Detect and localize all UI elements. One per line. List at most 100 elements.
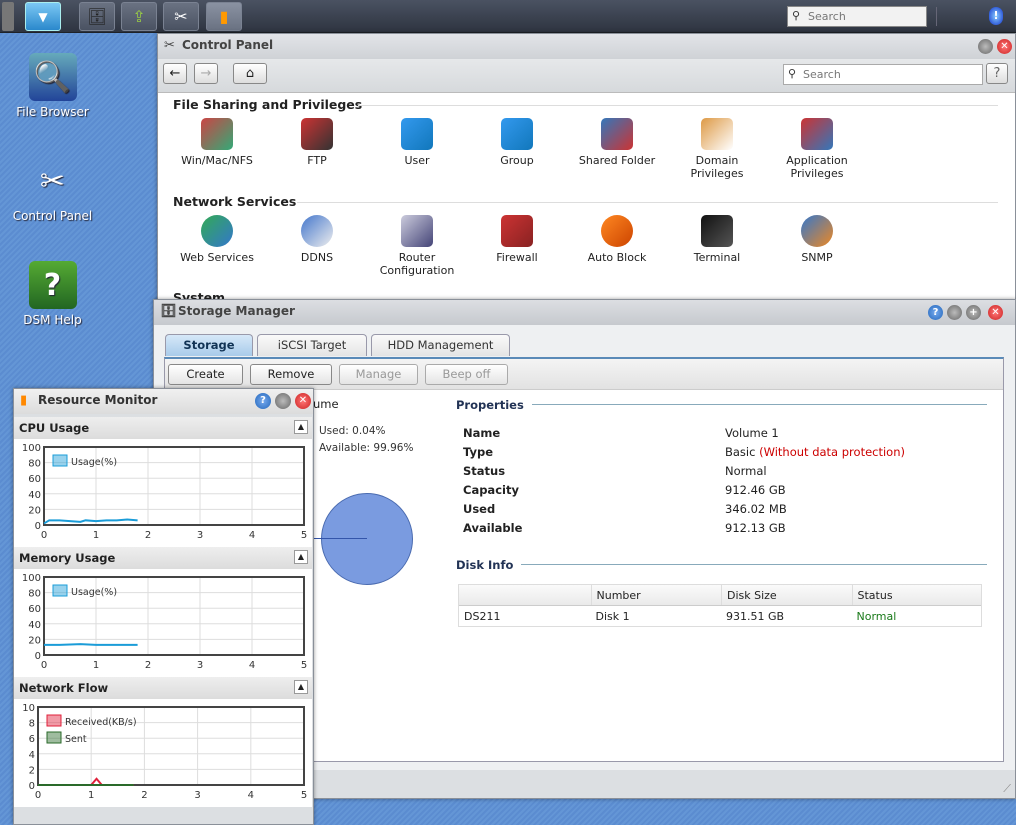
x-tick-label: 3	[197, 660, 203, 671]
property-value-text: Normal	[725, 464, 767, 478]
table-cell: 931.51 GB	[726, 610, 785, 623]
column-header: Status	[851, 585, 982, 605]
shared-folder-icon	[601, 118, 633, 150]
desktop-icon-control-panel[interactable]: ✂ Control Panel	[5, 157, 100, 224]
storage-manager-titlebar[interactable]: 🗄 Storage Manager ? + ✕	[154, 300, 1015, 325]
desktop-icon-file-browser[interactable]: 🔍 File Browser	[5, 53, 100, 119]
section-title: Network Flow	[19, 681, 109, 695]
tab-storage[interactable]: Storage	[165, 334, 253, 356]
collapse-button[interactable]: ▲	[294, 420, 308, 434]
terminal-icon	[701, 215, 733, 247]
manage-button[interactable]: Manage	[339, 364, 418, 385]
control-panel-search-input[interactable]: ⚲ Search	[783, 64, 983, 85]
table-cell: DS211	[464, 610, 501, 623]
legend-label: Usage(%)	[71, 457, 117, 468]
cp-item-win-mac-nfs[interactable]: Win/Mac/NFS	[167, 118, 267, 167]
cp-item-shared-folder[interactable]: Shared Folder	[567, 118, 667, 167]
divider	[521, 564, 987, 565]
create-button[interactable]: Create	[168, 364, 243, 385]
x-tick-label: 0	[41, 530, 47, 541]
cp-item-group[interactable]: Group	[467, 118, 567, 167]
property-value-text: Volume 1	[725, 426, 779, 440]
property-label: Status	[463, 464, 506, 478]
property-value-text: 912.46 GB	[725, 483, 786, 497]
cp-item-user[interactable]: User	[367, 118, 467, 167]
cp-item-ddns[interactable]: DDNS	[267, 215, 367, 264]
beep-off-button[interactable]: Beep off	[425, 364, 508, 385]
back-button[interactable]: ←	[163, 63, 187, 84]
desktop-icon-label: Control Panel	[12, 209, 93, 223]
minimize-button[interactable]	[947, 305, 962, 320]
volume-pie-chart	[321, 493, 413, 585]
table-cell: Normal	[856, 610, 897, 623]
show-desktop-button[interactable]	[2, 2, 14, 31]
home-button[interactable]: ⌂	[233, 63, 267, 84]
x-tick-label: 0	[41, 660, 47, 671]
property-value: 912.13 GB	[725, 521, 786, 535]
property-value-text: 346.02 MB	[725, 502, 787, 516]
cp-item-web-services[interactable]: Web Services	[167, 215, 267, 264]
memory-usage-header: Memory Usage ▲	[14, 547, 312, 569]
column-header: Number	[590, 585, 722, 605]
cp-item-ftp[interactable]: FTP	[267, 118, 367, 167]
table-header: Number Disk Size Status	[459, 585, 981, 606]
table-row[interactable]: DS211 Disk 1 931.51 GB Normal	[459, 606, 981, 626]
collapse-button[interactable]: ▲	[294, 550, 308, 564]
used-legend: Used: 0.04%	[319, 425, 386, 437]
divider	[936, 7, 937, 26]
cp-item-terminal[interactable]: Terminal	[667, 215, 767, 264]
minimize-button[interactable]	[978, 39, 993, 54]
x-tick-label: 0	[35, 790, 41, 801]
firewall-icon	[501, 215, 533, 247]
tools-icon: ✂	[39, 163, 66, 199]
control-panel-titlebar[interactable]: ✂ Control Panel ✕	[158, 34, 1015, 59]
y-tick-label: 80	[28, 459, 41, 470]
y-tick-label: 8	[29, 719, 35, 730]
cp-item-domain-privileges[interactable]: Domain Privileges	[667, 118, 767, 180]
x-tick-label: 3	[194, 790, 200, 801]
series-line	[44, 643, 138, 646]
cp-item-auto-block[interactable]: Auto Block	[567, 215, 667, 264]
tab-hdd-management[interactable]: HDD Management	[371, 334, 510, 356]
properties-heading: Properties	[456, 398, 524, 412]
ftp-icon	[301, 118, 333, 150]
help-button[interactable]: ?	[986, 63, 1008, 84]
notification-icon[interactable]: !	[989, 7, 1003, 25]
section-title: File Sharing and Privileges	[173, 97, 363, 112]
remove-button[interactable]: Remove	[250, 364, 332, 385]
main-menu-button[interactable]: ▼	[25, 2, 61, 31]
section-title: System	[173, 290, 226, 299]
cp-item-application-privileges[interactable]: Application Privileges	[767, 118, 867, 180]
search-placeholder: Search	[808, 10, 846, 23]
cp-item-label: Domain Privileges	[690, 154, 744, 180]
taskbar-search-input[interactable]: ⚲ Search	[787, 6, 927, 27]
snmp-icon	[801, 215, 833, 247]
help-button[interactable]: ?	[255, 393, 271, 409]
cp-item-firewall[interactable]: Firewall	[467, 215, 567, 264]
cp-item-router-configuration[interactable]: Router Configuration	[367, 215, 467, 277]
collapse-button[interactable]: ▲	[294, 680, 308, 694]
help-button[interactable]: ?	[928, 305, 943, 320]
x-tick-label: 5	[301, 530, 307, 541]
close-button[interactable]: ✕	[997, 39, 1012, 54]
minimize-button[interactable]	[275, 393, 291, 409]
tab-iscsi-target[interactable]: iSCSI Target	[257, 334, 367, 356]
auto-block-icon	[601, 215, 633, 247]
property-value: 912.46 GB	[725, 483, 786, 497]
resize-grip-icon[interactable]: ⟋	[1003, 782, 1011, 796]
close-button[interactable]: ✕	[295, 393, 311, 409]
taskbar-control-panel[interactable]: ✂	[163, 2, 199, 31]
taskbar-storage-manager[interactable]: 🗄	[79, 2, 115, 31]
taskbar-download-station[interactable]: ⇪	[121, 2, 157, 31]
maximize-button[interactable]: +	[966, 305, 981, 320]
close-button[interactable]: ✕	[988, 305, 1003, 320]
search-icon: ⚲	[792, 9, 801, 22]
desktop-icon-dsm-help[interactable]: ? DSM Help	[5, 261, 100, 327]
property-note: (Without data protection)	[759, 445, 905, 459]
cp-item-snmp[interactable]: SNMP	[767, 215, 867, 264]
home-icon: ⌂	[245, 66, 255, 81]
taskbar-resource-monitor[interactable]: ▮	[206, 2, 242, 31]
resource-monitor-titlebar[interactable]: ▮ Resource Monitor ? ✕	[14, 389, 313, 414]
property-value: Volume 1	[725, 426, 779, 440]
forward-button[interactable]: →	[194, 63, 218, 84]
